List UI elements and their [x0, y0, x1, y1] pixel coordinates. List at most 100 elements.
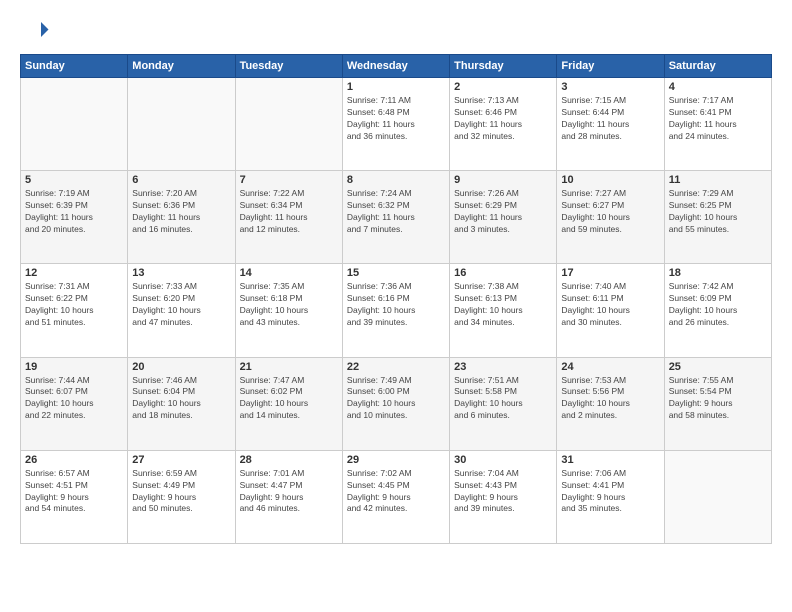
- day-number: 22: [347, 361, 445, 373]
- day-info: Sunrise: 7:02 AMSunset: 4:45 PMDaylight:…: [347, 468, 445, 516]
- day-number: 21: [240, 361, 338, 373]
- day-number: 27: [132, 454, 230, 466]
- calendar-cell: 7 Sunrise: 7:22 AMSunset: 6:34 PMDaylight…: [235, 171, 342, 264]
- calendar-cell: 13 Sunrise: 7:33 AMSunset: 6:20 PMDayligh…: [128, 264, 235, 357]
- day-number: 16: [454, 267, 552, 279]
- calendar-cell: 1 Sunrise: 7:11 AMSunset: 6:48 PMDaylight…: [342, 78, 449, 171]
- weekday-header-wednesday: Wednesday: [342, 55, 449, 78]
- weekday-header-thursday: Thursday: [450, 55, 557, 78]
- day-number: 4: [669, 81, 767, 93]
- day-info: Sunrise: 6:59 AMSunset: 4:49 PMDaylight:…: [132, 468, 230, 516]
- calendar-cell: 6Sunrise: 7:20 AMSunset: 6:36 PMDaylight…: [128, 171, 235, 264]
- day-number: 13: [132, 267, 230, 279]
- week-row-4: 19 Sunrise: 7:44 AMSunset: 6:07 PMDayligh…: [21, 357, 772, 450]
- calendar-cell: 20Sunrise: 7:46 AMSunset: 6:04 PMDayligh…: [128, 357, 235, 450]
- day-number: 1: [347, 81, 445, 93]
- day-number: 6: [132, 174, 230, 186]
- day-info: Sunrise: 7:11 AMSunset: 6:48 PMDaylight:…: [347, 95, 445, 143]
- day-info: Sunrise: 7:35 AMSunset: 6:18 PMDaylight:…: [240, 281, 338, 329]
- calendar-cell: 4 Sunrise: 7:17 AMSunset: 6:41 PMDaylight…: [664, 78, 771, 171]
- day-number: 12: [25, 267, 123, 279]
- day-info: Sunrise: 7:01 AMSunset: 4:47 PMDaylight:…: [240, 468, 338, 516]
- calendar-cell: [664, 450, 771, 543]
- day-info: Sunrise: 7:06 AMSunset: 4:41 PMDaylight:…: [561, 468, 659, 516]
- day-info: Sunrise: 7:40 AMSunset: 6:11 PMDaylight:…: [561, 281, 659, 329]
- day-number: 15: [347, 267, 445, 279]
- day-info: Sunrise: 7:19 AMSunset: 6:39 PMDaylight:…: [25, 188, 123, 236]
- day-number: 5: [25, 174, 123, 186]
- week-row-2: 5 Sunrise: 7:19 AMSunset: 6:39 PMDaylight…: [21, 171, 772, 264]
- calendar-cell: 2Sunrise: 7:13 AMSunset: 6:46 PMDaylight…: [450, 78, 557, 171]
- day-number: 28: [240, 454, 338, 466]
- day-info: Sunrise: 7:13 AMSunset: 6:46 PMDaylight:…: [454, 95, 552, 143]
- day-number: 19: [25, 361, 123, 373]
- calendar-cell: 30 Sunrise: 7:04 AMSunset: 4:43 PMDayligh…: [450, 450, 557, 543]
- day-number: 3: [561, 81, 659, 93]
- day-info: Sunrise: 7:31 AMSunset: 6:22 PMDaylight:…: [25, 281, 123, 329]
- day-info: Sunrise: 6:57 AMSunset: 4:51 PMDaylight:…: [25, 468, 123, 516]
- day-number: 30: [454, 454, 552, 466]
- calendar-cell: 12 Sunrise: 7:31 AMSunset: 6:22 PMDayligh…: [21, 264, 128, 357]
- day-info: Sunrise: 7:24 AMSunset: 6:32 PMDaylight:…: [347, 188, 445, 236]
- weekday-header-sunday: Sunday: [21, 55, 128, 78]
- calendar-cell: 19 Sunrise: 7:44 AMSunset: 6:07 PMDayligh…: [21, 357, 128, 450]
- calendar-cell: [128, 78, 235, 171]
- weekday-header-tuesday: Tuesday: [235, 55, 342, 78]
- calendar-cell: 10 Sunrise: 7:27 AMSunset: 6:27 PMDayligh…: [557, 171, 664, 264]
- day-info: Sunrise: 7:53 AMSunset: 5:56 PMDaylight:…: [561, 375, 659, 423]
- day-info: Sunrise: 7:27 AMSunset: 6:27 PMDaylight:…: [561, 188, 659, 236]
- day-number: 17: [561, 267, 659, 279]
- day-number: 14: [240, 267, 338, 279]
- weekday-header-monday: Monday: [128, 55, 235, 78]
- calendar-cell: 22 Sunrise: 7:49 AMSunset: 6:00 PMDayligh…: [342, 357, 449, 450]
- day-number: 25: [669, 361, 767, 373]
- calendar-cell: 3 Sunrise: 7:15 AMSunset: 6:44 PMDaylight…: [557, 78, 664, 171]
- day-info: Sunrise: 7:46 AMSunset: 6:04 PMDaylight:…: [132, 375, 230, 423]
- day-number: 26: [25, 454, 123, 466]
- logo: [20, 16, 54, 46]
- calendar-cell: 23Sunrise: 7:51 AMSunset: 5:58 PMDayligh…: [450, 357, 557, 450]
- calendar-table: SundayMondayTuesdayWednesdayThursdayFrid…: [20, 54, 772, 544]
- day-info: Sunrise: 7:44 AMSunset: 6:07 PMDaylight:…: [25, 375, 123, 423]
- calendar-cell: 25 Sunrise: 7:55 AMSunset: 5:54 PMDayligh…: [664, 357, 771, 450]
- day-number: 9: [454, 174, 552, 186]
- calendar-cell: [21, 78, 128, 171]
- day-number: 31: [561, 454, 659, 466]
- day-number: 10: [561, 174, 659, 186]
- day-number: 23: [454, 361, 552, 373]
- calendar-cell: 15 Sunrise: 7:36 AMSunset: 6:16 PMDayligh…: [342, 264, 449, 357]
- day-info: Sunrise: 7:17 AMSunset: 6:41 PMDaylight:…: [669, 95, 767, 143]
- day-info: Sunrise: 7:33 AMSunset: 6:20 PMDaylight:…: [132, 281, 230, 329]
- day-info: Sunrise: 7:29 AMSunset: 6:25 PMDaylight:…: [669, 188, 767, 236]
- calendar-cell: [235, 78, 342, 171]
- calendar-cell: 9 Sunrise: 7:26 AMSunset: 6:29 PMDaylight…: [450, 171, 557, 264]
- weekday-header-friday: Friday: [557, 55, 664, 78]
- calendar-cell: 17 Sunrise: 7:40 AMSunset: 6:11 PMDayligh…: [557, 264, 664, 357]
- calendar-cell: 27 Sunrise: 6:59 AMSunset: 4:49 PMDayligh…: [128, 450, 235, 543]
- header: [20, 16, 772, 46]
- day-number: 7: [240, 174, 338, 186]
- logo-icon: [20, 16, 50, 46]
- week-row-3: 12 Sunrise: 7:31 AMSunset: 6:22 PMDayligh…: [21, 264, 772, 357]
- calendar-cell: 16 Sunrise: 7:38 AMSunset: 6:13 PMDayligh…: [450, 264, 557, 357]
- day-info: Sunrise: 7:55 AMSunset: 5:54 PMDaylight:…: [669, 375, 767, 423]
- day-info: Sunrise: 7:15 AMSunset: 6:44 PMDaylight:…: [561, 95, 659, 143]
- calendar-cell: 31 Sunrise: 7:06 AMSunset: 4:41 PMDayligh…: [557, 450, 664, 543]
- day-number: 11: [669, 174, 767, 186]
- calendar-header: SundayMondayTuesdayWednesdayThursdayFrid…: [21, 55, 772, 78]
- day-info: Sunrise: 7:04 AMSunset: 4:43 PMDaylight:…: [454, 468, 552, 516]
- day-info: Sunrise: 7:26 AMSunset: 6:29 PMDaylight:…: [454, 188, 552, 236]
- day-info: Sunrise: 7:36 AMSunset: 6:16 PMDaylight:…: [347, 281, 445, 329]
- calendar-cell: 29Sunrise: 7:02 AMSunset: 4:45 PMDayligh…: [342, 450, 449, 543]
- day-number: 18: [669, 267, 767, 279]
- day-info: Sunrise: 7:38 AMSunset: 6:13 PMDaylight:…: [454, 281, 552, 329]
- calendar-cell: 28 Sunrise: 7:01 AMSunset: 4:47 PMDayligh…: [235, 450, 342, 543]
- day-info: Sunrise: 7:49 AMSunset: 6:00 PMDaylight:…: [347, 375, 445, 423]
- calendar-cell: 18Sunrise: 7:42 AMSunset: 6:09 PMDayligh…: [664, 264, 771, 357]
- calendar-cell: 8 Sunrise: 7:24 AMSunset: 6:32 PMDaylight…: [342, 171, 449, 264]
- calendar-cell: 5 Sunrise: 7:19 AMSunset: 6:39 PMDaylight…: [21, 171, 128, 264]
- day-number: 8: [347, 174, 445, 186]
- calendar-cell: 26 Sunrise: 6:57 AMSunset: 4:51 PMDayligh…: [21, 450, 128, 543]
- day-info: Sunrise: 7:22 AMSunset: 6:34 PMDaylight:…: [240, 188, 338, 236]
- calendar-page: SundayMondayTuesdayWednesdayThursdayFrid…: [0, 0, 792, 612]
